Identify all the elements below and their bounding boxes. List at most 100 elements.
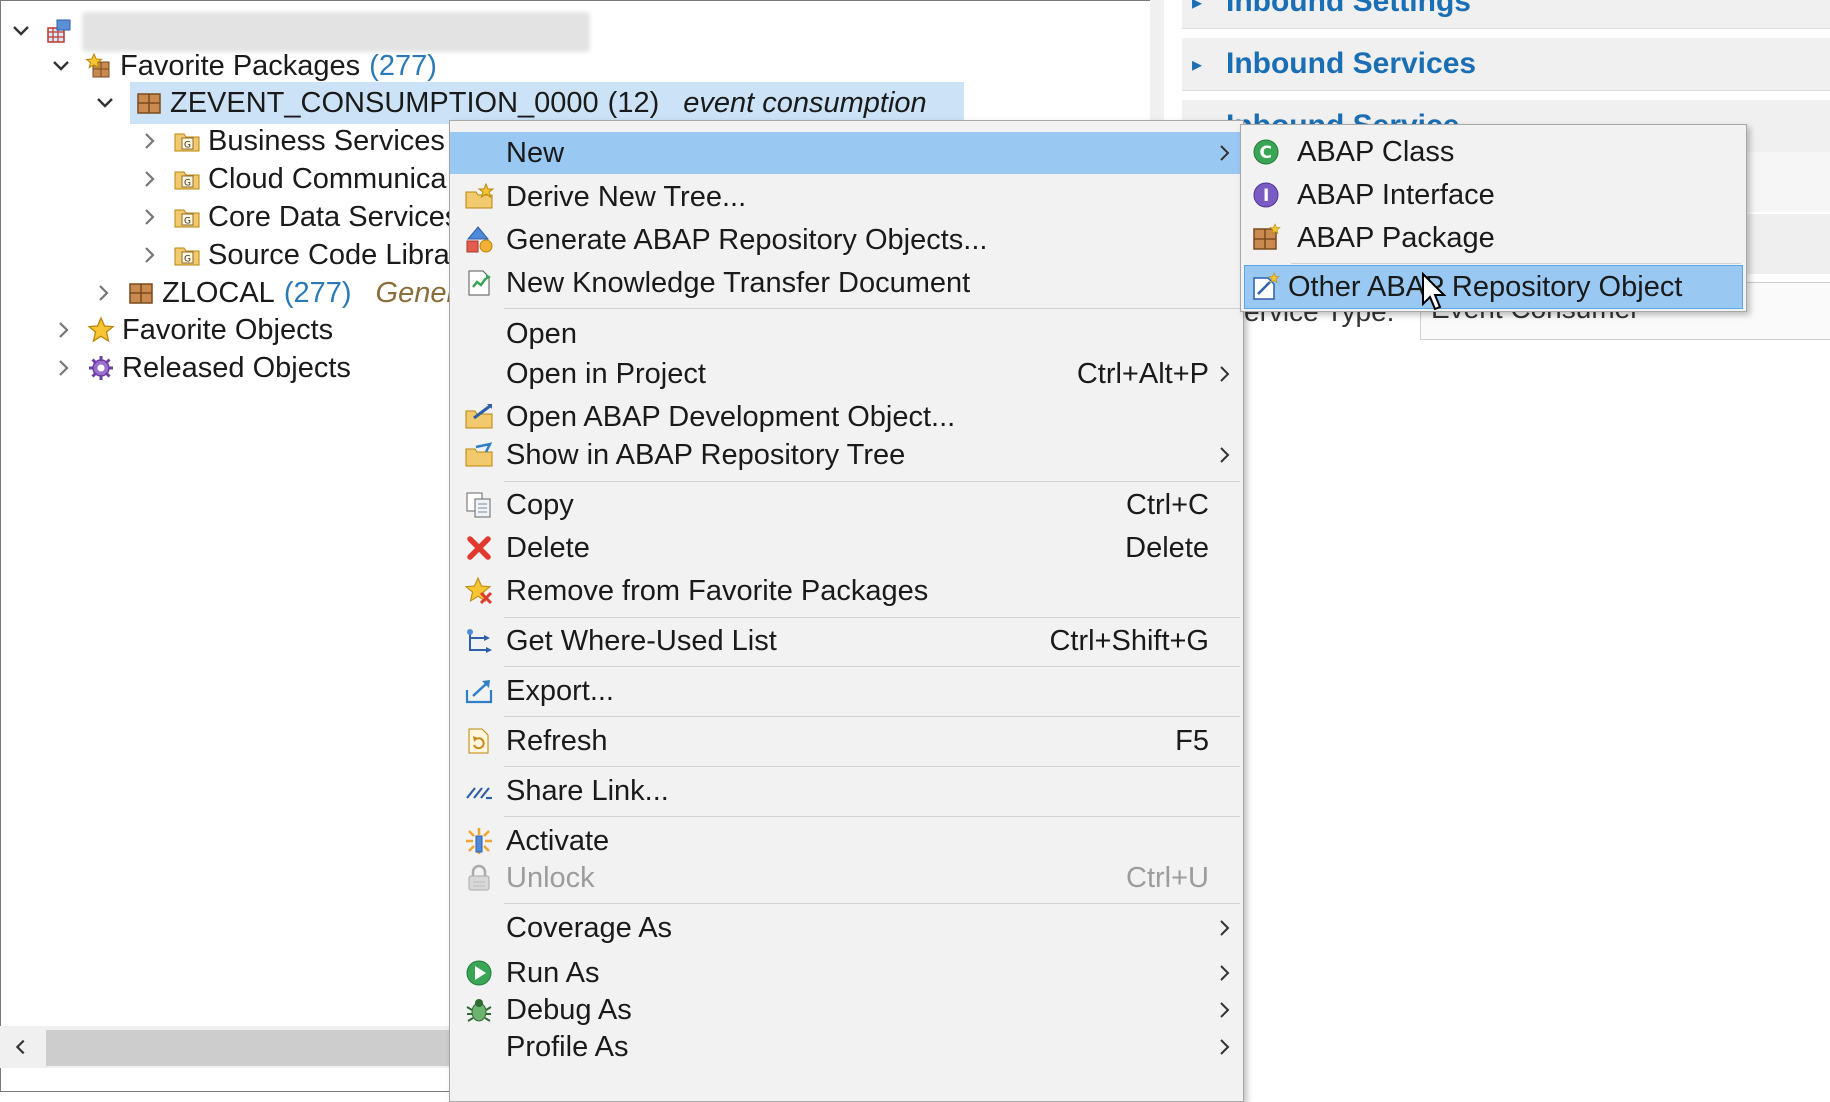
svg-text:G: G <box>184 141 191 151</box>
tree-label: ZEVENT_CONSUMPTION_0000 <box>170 86 599 119</box>
tree-row-favorite-objects[interactable]: Favorite Objects <box>50 309 333 351</box>
tree-count: (12) <box>607 86 660 119</box>
section-title: Inbound Services <box>1226 47 1477 80</box>
chevron-right-icon[interactable] <box>50 317 76 343</box>
menu-item-generate-abap-repository-objects[interactable]: Generate ABAP Repository Objects... <box>450 219 1243 261</box>
menu-item-get-where-used-list[interactable]: Get Where-Used List Ctrl+Shift+G <box>450 620 1243 662</box>
chevron-down-icon[interactable] <box>48 53 74 79</box>
menu-item-label: Derive New Tree... <box>506 180 747 213</box>
menu-item-label: Open ABAP Development Object... <box>506 400 956 433</box>
menu-item-label: Open <box>506 317 577 350</box>
menu-item-delete[interactable]: Delete Delete <box>450 527 1243 569</box>
menu-item-open[interactable]: Open <box>450 313 1243 355</box>
tree-row-core-data-services[interactable]: G Core Data Services <box>136 196 459 238</box>
menu-item-label: Show in ABAP Repository Tree <box>506 438 906 471</box>
menu-item-label: Profile As <box>506 1030 629 1063</box>
caret-right-icon: ▸ <box>1192 53 1203 76</box>
open-object-icon <box>462 400 496 434</box>
copy-icon <box>462 488 496 522</box>
derive-tree-icon <box>462 180 496 214</box>
tree-row-cloud-communication[interactable]: G Cloud Communica <box>136 158 447 200</box>
chevron-right-icon[interactable] <box>90 280 116 306</box>
chevron-left-icon[interactable] <box>6 1032 36 1062</box>
chevron-right-icon[interactable] <box>136 166 162 192</box>
menu-item-copy[interactable]: Copy Ctrl+C <box>450 484 1243 526</box>
activate-icon <box>462 824 496 858</box>
submenu-arrow-icon <box>1220 1039 1230 1055</box>
favorite-packages-icon <box>84 51 114 81</box>
ktd-icon <box>462 266 496 300</box>
folder-group-icon: G <box>172 126 202 156</box>
menu-item-new-knowledge-transfer-document[interactable]: New Knowledge Transfer Document <box>450 262 1243 304</box>
menu-item-label: ABAP Package <box>1297 221 1495 254</box>
export-icon <box>462 674 496 708</box>
abap-package-icon <box>1249 221 1283 255</box>
submenu-arrow-icon <box>1220 366 1230 382</box>
generate-icon <box>462 223 496 257</box>
menu-item-remove-from-favorite-packages[interactable]: Remove from Favorite Packages <box>450 570 1243 612</box>
menu-item-run-as[interactable]: Run As <box>450 952 1243 994</box>
other-object-icon <box>1248 270 1282 304</box>
submenu-item-abap-class[interactable]: C ABAP Class <box>1241 131 1746 173</box>
tree-row-favorite-packages[interactable]: Favorite Packages (277) <box>48 45 437 87</box>
tree-row-source-code-library[interactable]: G Source Code Librar <box>136 234 459 276</box>
chevron-right-icon[interactable] <box>136 128 162 154</box>
tree-label: Favorite Objects <box>122 313 334 346</box>
menu-item-open-abap-development-object[interactable]: Open ABAP Development Object... <box>450 396 1243 438</box>
folder-group-icon: G <box>172 240 202 270</box>
svg-text:G: G <box>184 217 191 227</box>
tree-label: Core Data Services <box>208 200 460 233</box>
section-inbound-settings[interactable]: ▸ Inbound Settings <box>1182 0 1830 29</box>
chevron-down-icon[interactable] <box>92 90 118 116</box>
menu-item-show-in-abap-repository-tree[interactable]: Show in ABAP Repository Tree <box>450 434 1243 476</box>
tree-row-released-objects[interactable]: Released Objects <box>50 347 351 389</box>
menu-item-label: ABAP Interface <box>1297 178 1495 211</box>
tree-row-zlocal[interactable]: ZLOCAL (277) Genera <box>90 272 472 314</box>
menu-item-share-link[interactable]: Share Link... <box>450 770 1243 812</box>
menu-item-refresh[interactable]: Refresh F5 <box>450 720 1243 762</box>
folder-group-icon: G <box>172 202 202 232</box>
menu-item-shortcut: Ctrl+U <box>1126 861 1209 894</box>
menu-item-export[interactable]: Export... <box>450 670 1243 712</box>
menu-item-open-in-project[interactable]: Open in Project Ctrl+Alt+P <box>450 353 1243 395</box>
tree-label: ZLOCAL <box>162 276 275 309</box>
chevron-right-icon[interactable] <box>136 204 162 230</box>
chevron-right-icon[interactable] <box>50 355 76 381</box>
chevron-right-icon[interactable] <box>136 242 162 268</box>
new-submenu: C ABAP Class I ABAP Interface ABAP Packa… <box>1240 124 1747 312</box>
menu-item-debug-as[interactable]: Debug As <box>450 989 1243 1031</box>
menu-item-label: Refresh <box>506 724 608 757</box>
menu-item-shortcut: F5 <box>1175 724 1209 757</box>
tree-label: Released Objects <box>122 351 351 384</box>
run-icon <box>462 956 496 990</box>
menu-item-coverage-as[interactable]: Coverage As <box>450 907 1243 949</box>
submenu-item-abap-package[interactable]: ABAP Package <box>1241 217 1746 259</box>
tree-count: (277) <box>369 49 437 82</box>
chevron-down-icon[interactable] <box>8 18 34 44</box>
menu-item-activate[interactable]: Activate <box>450 820 1243 862</box>
share-link-icon <box>462 774 496 808</box>
submenu-item-abap-interface[interactable]: I ABAP Interface <box>1241 174 1746 216</box>
refresh-icon <box>462 724 496 758</box>
tree-row-zevent-consumption[interactable]: ZEVENT_CONSUMPTION_0000 (12) event consu… <box>130 82 964 124</box>
gear-icon <box>86 353 116 383</box>
menu-item-derive-new-tree[interactable]: Derive New Tree... <box>450 176 1243 218</box>
tree-label: Cloud Communica <box>208 162 447 195</box>
section-inbound-services[interactable]: ▸ Inbound Services <box>1182 38 1830 91</box>
menu-item-label: Get Where-Used List <box>506 624 777 657</box>
menu-item-label: New Knowledge Transfer Document <box>506 266 971 299</box>
menu-item-new[interactable]: New <box>450 132 1243 174</box>
menu-item-label: Delete <box>506 531 590 564</box>
svg-text:I: I <box>1263 186 1269 206</box>
submenu-item-other-abap-repository-object[interactable]: Other ABAP Repository Object <box>1244 265 1743 309</box>
menu-item-label: Export... <box>506 674 614 707</box>
scrollbar-thumb[interactable] <box>46 1030 466 1066</box>
horizontal-scrollbar[interactable] <box>0 1026 466 1068</box>
tree-row-business-services[interactable]: G Business Services ( <box>136 120 464 162</box>
menu-item-label: ABAP Class <box>1297 135 1455 168</box>
menu-separator <box>504 481 1240 482</box>
unlock-icon <box>462 861 496 895</box>
menu-item-profile-as[interactable]: Profile As <box>450 1026 1243 1068</box>
debug-icon <box>462 993 496 1027</box>
tree-label: Source Code Librar <box>208 238 460 271</box>
